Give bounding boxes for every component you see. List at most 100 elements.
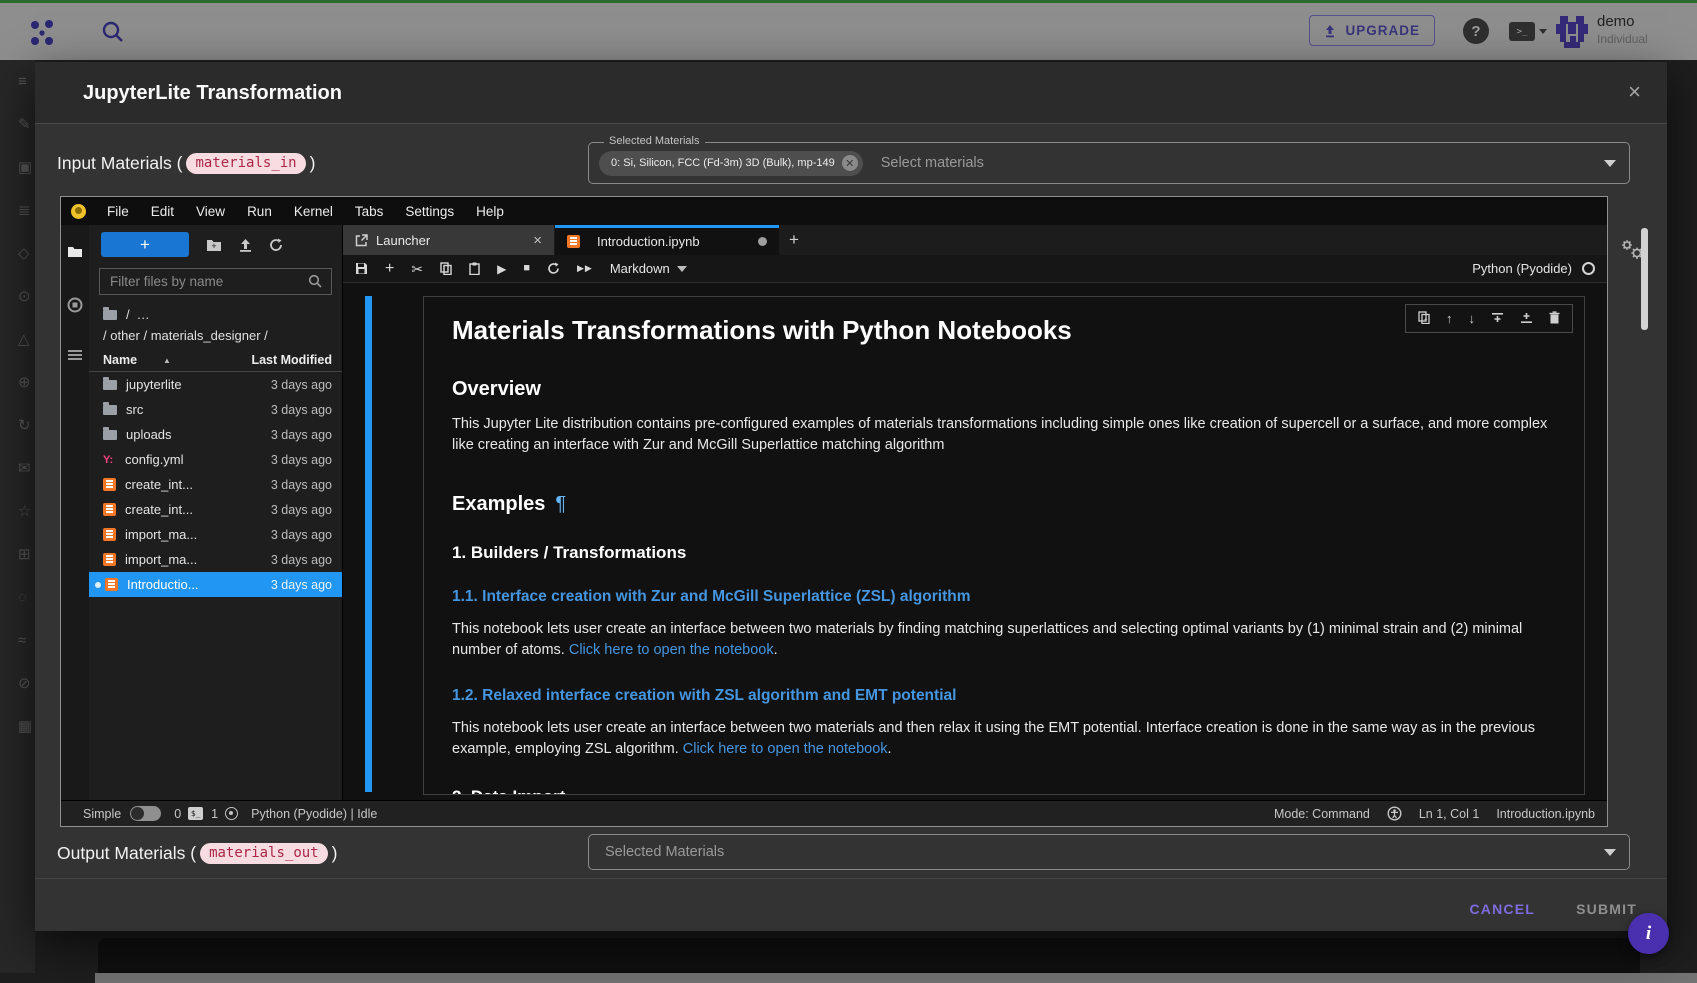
- accessibility-icon[interactable]: [1387, 806, 1402, 821]
- file-modified: 3 days ago: [271, 428, 332, 442]
- new-tab-icon[interactable]: +: [779, 225, 809, 255]
- restart-kernel-icon[interactable]: [547, 262, 560, 275]
- select-caret-icon[interactable]: [1604, 849, 1616, 856]
- chip-delete-icon[interactable]: ✕: [842, 155, 858, 171]
- submit-button[interactable]: SUBMIT: [1576, 892, 1637, 926]
- output-materials-select[interactable]: Selected Materials: [588, 834, 1630, 870]
- input-materials-select[interactable]: Selected Materials 0: Si, Silicon, FCC (…: [588, 142, 1630, 184]
- stop-kernel-icon[interactable]: ■: [523, 263, 530, 274]
- duplicate-cell-icon[interactable]: +: [1418, 311, 1430, 326]
- new-folder-icon[interactable]: +: [206, 238, 222, 251]
- file-modified: 3 days ago: [271, 453, 332, 467]
- table-of-contents-icon[interactable]: [67, 349, 83, 361]
- save-icon[interactable]: [355, 262, 368, 275]
- menu-edit[interactable]: Edit: [140, 204, 185, 219]
- run-cell-icon[interactable]: ▶: [497, 263, 506, 275]
- file-row-jupyterlite[interactable]: jupyterlite3 days ago: [89, 372, 342, 397]
- cursor-position[interactable]: Ln 1, Col 1: [1419, 807, 1479, 821]
- terminal-count[interactable]: 0: [174, 807, 181, 821]
- notebook-h2-examples: Examples¶: [452, 493, 1560, 516]
- console-menu-icon[interactable]: >_: [1509, 22, 1547, 41]
- anchor-pilcrow[interactable]: ¶: [555, 493, 566, 515]
- open-notebook-link-2[interactable]: Click here to open the notebook: [683, 741, 888, 757]
- cell-toolbar: + ↑ ↓: [1405, 304, 1573, 333]
- kernel-name[interactable]: Python (Pyodide): [1472, 261, 1572, 276]
- upload-icon[interactable]: [239, 238, 252, 252]
- paste-cells-icon[interactable]: [469, 262, 480, 275]
- select-caret-icon[interactable]: [1604, 160, 1616, 167]
- help-icon[interactable]: ?: [1463, 18, 1489, 44]
- file-modified: 3 days ago: [271, 528, 332, 542]
- copy-cells-icon[interactable]: [440, 262, 452, 275]
- avatar[interactable]: [1551, 11, 1593, 53]
- statusbar-filename[interactable]: Introduction.ipynb: [1496, 807, 1595, 821]
- running-sessions-icon[interactable]: [67, 297, 83, 313]
- filter-placeholder: Filter files by name: [110, 274, 223, 289]
- tab-close-icon[interactable]: ×: [533, 232, 542, 249]
- menu-settings[interactable]: Settings: [394, 204, 465, 219]
- cancel-button[interactable]: CANCEL: [1469, 892, 1535, 926]
- launcher-icon: [355, 234, 368, 247]
- file-row-src[interactable]: src3 days ago: [89, 397, 342, 422]
- simple-mode-toggle[interactable]: [130, 806, 161, 821]
- breadcrumb-ellipsis[interactable]: …: [137, 304, 150, 325]
- restart-run-all-icon[interactable]: ▶▶: [577, 264, 593, 273]
- refresh-icon[interactable]: [269, 238, 283, 252]
- delete-cell-icon[interactable]: [1549, 311, 1560, 326]
- open-notebook-link-1[interactable]: Click here to open the notebook: [569, 642, 774, 658]
- mode-indicator[interactable]: Mode: Command: [1274, 807, 1370, 821]
- jupyter-main: + + Filter files by name: [61, 225, 1607, 800]
- close-icon[interactable]: ×: [1628, 79, 1641, 105]
- file-row-config-yml[interactable]: Y:config.yml3 days ago: [89, 447, 342, 472]
- file-list-header[interactable]: Name ▲ Last Modified: [89, 348, 342, 372]
- material-chip[interactable]: 0: Si, Silicon, FCC (Fd-3m) 3D (Bulk), m…: [599, 151, 863, 176]
- insert-cell-icon[interactable]: +: [385, 261, 394, 277]
- move-cell-up-icon[interactable]: ↑: [1446, 312, 1453, 325]
- menu-kernel[interactable]: Kernel: [283, 204, 344, 219]
- notebook-h3-data-import: 2. Data Import: [452, 787, 1560, 795]
- breadcrumb-path[interactable]: / other / materials_designer /: [103, 325, 330, 346]
- cell-type-dropdown[interactable]: Markdown: [610, 261, 687, 276]
- move-cell-down-icon[interactable]: ↓: [1469, 312, 1476, 325]
- file-row-import-ma-[interactable]: import_ma...3 days ago: [89, 522, 342, 547]
- lightbulb-icon[interactable]: [71, 204, 86, 219]
- file-row-create-int-[interactable]: create_int...3 days ago: [89, 472, 342, 497]
- menu-run[interactable]: Run: [236, 204, 283, 219]
- tab-launcher[interactable]: Launcher ×: [343, 225, 555, 255]
- filter-files-input[interactable]: Filter files by name: [99, 268, 332, 295]
- cut-cells-icon[interactable]: ✂: [411, 262, 423, 276]
- info-fab[interactable]: i: [1628, 913, 1669, 954]
- search-icon[interactable]: [100, 19, 126, 45]
- breadcrumb[interactable]: / … / other / materials_designer /: [89, 297, 342, 348]
- file-browser-tab-icon[interactable]: [67, 245, 83, 258]
- kernel-count[interactable]: 1: [211, 807, 218, 821]
- file-row-create-int-[interactable]: create_int...3 days ago: [89, 497, 342, 522]
- tab-introduction-ipynb[interactable]: Introduction.ipynb: [555, 225, 779, 255]
- file-row-uploads[interactable]: uploads3 days ago: [89, 422, 342, 447]
- file-row-import-ma-[interactable]: import_ma...3 days ago: [89, 547, 342, 572]
- jupyter-left-rail: [61, 225, 89, 800]
- selected-cell-indicator[interactable]: [365, 296, 372, 792]
- column-name[interactable]: Name: [103, 353, 137, 367]
- insert-cell-below-icon[interactable]: [1520, 312, 1533, 326]
- app-logo-icon[interactable]: [24, 15, 60, 51]
- new-launcher-button[interactable]: +: [101, 232, 189, 257]
- menu-tabs[interactable]: Tabs: [344, 204, 395, 219]
- file-row-introductio-[interactable]: Introductio...3 days ago: [89, 572, 342, 597]
- user-info[interactable]: demo Individual: [1597, 13, 1687, 46]
- kernel-status-text[interactable]: Python (Pyodide) | Idle: [251, 807, 377, 821]
- column-last-modified[interactable]: Last Modified: [251, 353, 332, 367]
- breadcrumb-root[interactable]: /: [126, 304, 130, 325]
- folder-icon: [103, 310, 117, 320]
- menu-help[interactable]: Help: [465, 204, 515, 219]
- menu-file[interactable]: File: [96, 204, 140, 219]
- background-sidebar-icon: ⊕: [18, 375, 31, 391]
- modal-scrollbar-thumb[interactable]: [1641, 228, 1648, 330]
- insert-cell-above-icon[interactable]: [1491, 312, 1504, 326]
- markdown-cell[interactable]: + ↑ ↓: [423, 296, 1585, 795]
- notebook-scroll-area[interactable]: + ↑ ↓: [343, 283, 1607, 800]
- period: .: [774, 642, 778, 658]
- menu-view[interactable]: View: [185, 204, 236, 219]
- upgrade-button[interactable]: UPGRADE: [1309, 15, 1435, 46]
- kernel-status-icon[interactable]: [1582, 262, 1595, 275]
